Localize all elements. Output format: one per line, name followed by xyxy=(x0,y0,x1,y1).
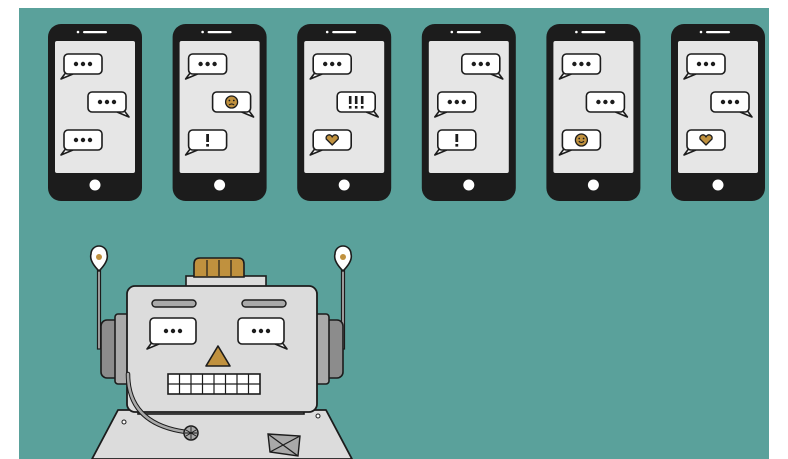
face-eye xyxy=(578,137,581,140)
home-button xyxy=(338,179,350,191)
home-button xyxy=(89,179,101,191)
smartphone xyxy=(48,24,142,201)
ellipsis-dot xyxy=(163,328,169,334)
speaker-slot xyxy=(581,31,606,34)
exclamation-dot xyxy=(348,106,352,109)
home-button xyxy=(587,179,599,191)
antenna-light xyxy=(340,254,346,260)
body-vent xyxy=(267,433,301,457)
ellipsis-dot xyxy=(87,137,93,143)
ear-left xyxy=(100,313,130,385)
exclamation-dot xyxy=(354,106,358,109)
ellipsis-dot xyxy=(485,61,490,67)
exclamation-dot xyxy=(206,144,209,147)
smartphone xyxy=(421,24,516,201)
ellipsis-dot xyxy=(111,99,117,105)
ellipsis-dot xyxy=(603,99,608,105)
ellipsis-dot xyxy=(703,61,709,67)
ellipsis-dot xyxy=(73,137,79,143)
ellipsis-dot xyxy=(337,61,342,67)
speaker-slot xyxy=(332,31,357,34)
exclamation-dot xyxy=(360,106,364,109)
ellipsis-dot xyxy=(177,328,183,334)
illustration xyxy=(19,8,769,459)
ellipsis-dot xyxy=(330,61,335,67)
antenna-rod xyxy=(96,268,102,350)
home-button xyxy=(463,179,475,191)
camera-icon xyxy=(575,30,578,34)
ellipsis-dot xyxy=(710,61,716,67)
smartphone xyxy=(671,24,765,201)
ellipsis-dot xyxy=(265,328,271,334)
ellipsis-dot xyxy=(610,99,615,105)
ellipsis-dot xyxy=(727,99,733,105)
face-eye xyxy=(582,137,585,140)
ellipsis-dot xyxy=(586,61,591,67)
smartphone xyxy=(546,24,641,201)
ellipsis-dot xyxy=(454,99,459,105)
body-rivet xyxy=(315,413,321,419)
exclamation-stroke xyxy=(354,96,358,104)
speaker-slot xyxy=(83,31,107,34)
ellipsis-dot xyxy=(104,99,110,105)
ellipsis-dot xyxy=(447,99,452,105)
ellipsis-dot xyxy=(579,61,584,67)
ellipsis-dot xyxy=(258,328,264,334)
ellipsis-dot xyxy=(572,61,577,67)
ellipsis-dot xyxy=(87,61,93,67)
speech-bubble xyxy=(237,317,288,350)
camera-icon xyxy=(450,30,454,34)
ellipsis-dot xyxy=(478,61,483,67)
antenna-light xyxy=(96,254,102,260)
face-eye xyxy=(232,99,235,102)
face-eye xyxy=(228,99,231,102)
exclamation-stroke xyxy=(360,96,364,104)
ellipsis-dot xyxy=(734,99,740,105)
exclamation-stroke xyxy=(206,134,209,142)
ellipsis-dot xyxy=(461,99,466,105)
camera-icon xyxy=(325,30,329,34)
camera-icon xyxy=(699,30,703,34)
ellipsis-dot xyxy=(323,61,328,67)
exclamation-stroke xyxy=(455,134,459,142)
body-rivet xyxy=(121,419,127,425)
ellipsis-dot xyxy=(97,99,103,105)
ellipsis-dot xyxy=(596,99,601,105)
ellipsis-dot xyxy=(73,61,79,67)
smartphone xyxy=(172,24,267,201)
speech-bubble xyxy=(146,317,197,350)
camera-icon xyxy=(76,30,80,34)
home-button xyxy=(712,179,724,191)
robot-body xyxy=(91,409,353,459)
ellipsis-dot xyxy=(80,61,86,67)
eyebrow-left xyxy=(151,299,197,308)
sad-face-icon xyxy=(224,95,239,109)
ellipsis-dot xyxy=(170,328,176,334)
mouth-grille xyxy=(167,373,261,395)
happy-face-icon xyxy=(574,133,589,147)
home-button xyxy=(214,179,226,191)
ear-right xyxy=(314,313,344,385)
smartphone xyxy=(297,24,392,201)
speaker-slot xyxy=(456,31,481,34)
ellipsis-dot xyxy=(80,137,86,143)
exclamation-dot xyxy=(455,144,459,147)
ellipsis-dot xyxy=(251,328,257,334)
speaker-slot xyxy=(207,31,232,34)
speaker-slot xyxy=(706,31,730,34)
camera-icon xyxy=(201,30,204,34)
ellipsis-dot xyxy=(696,61,702,67)
ellipsis-dot xyxy=(205,61,210,67)
ellipsis-dot xyxy=(720,99,726,105)
ellipsis-dot xyxy=(198,61,203,67)
ellipsis-dot xyxy=(471,61,476,67)
exclamation-stroke xyxy=(348,96,352,104)
eyebrow-right xyxy=(241,299,287,308)
head-cap xyxy=(193,257,245,278)
ellipsis-dot xyxy=(212,61,217,67)
